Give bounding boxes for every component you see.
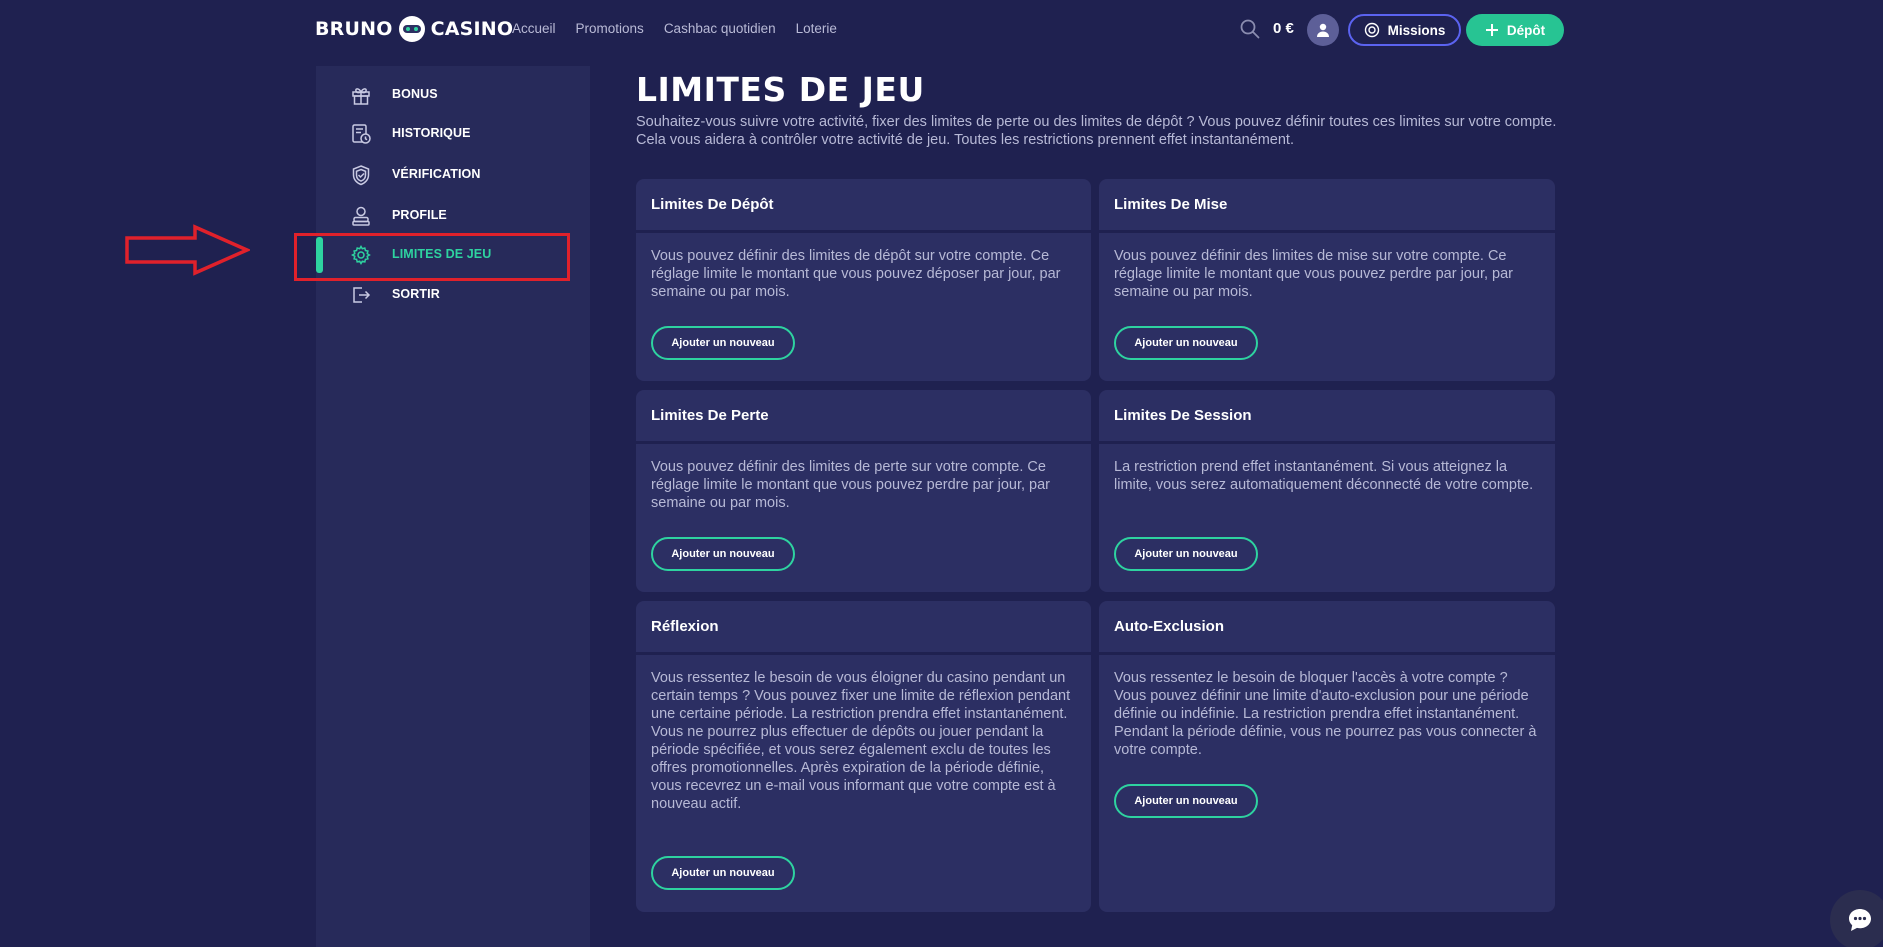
- page-title: LIMITES DE JEU: [636, 70, 925, 109]
- shield-icon: [350, 164, 372, 186]
- card-session-limits: Limites De Session La restriction prend …: [1099, 390, 1555, 592]
- gift-icon: [350, 84, 372, 106]
- deposit-label: Dépôt: [1506, 22, 1546, 38]
- add-new-button[interactable]: Ajouter un nouveau: [651, 537, 795, 571]
- add-new-button[interactable]: Ajouter un nouveau: [651, 856, 795, 890]
- add-new-button[interactable]: Ajouter un nouveau: [1114, 326, 1258, 360]
- sidebar-item-label: BONUS: [392, 87, 438, 101]
- sidebar-item-label: SORTIR: [392, 287, 440, 301]
- card-loss-limits: Limites De Perte Vous pouvez définir des…: [636, 390, 1091, 592]
- main-nav: Accueil Promotions Cashbac quotidien Lot…: [512, 21, 837, 36]
- card-header: Limites De Session: [1099, 390, 1555, 444]
- deposit-button[interactable]: Dépôt: [1466, 14, 1564, 46]
- nav-link-promotions[interactable]: Promotions: [576, 21, 644, 36]
- live-chat-button[interactable]: [1830, 890, 1883, 947]
- card-description: La restriction prend effet instantanémen…: [1114, 459, 1534, 493]
- card-self-exclusion: Auto-Exclusion Vous ressentez le besoin …: [1099, 601, 1555, 912]
- logo-text-right: CASINO: [430, 18, 514, 40]
- card-title: Limites De Dépôt: [651, 196, 774, 213]
- card-header: Réflexion: [636, 601, 1091, 655]
- card-header: Auto-Exclusion: [1099, 601, 1555, 655]
- logout-icon: [350, 284, 372, 306]
- sidebar-item-profile[interactable]: PROFILE: [316, 195, 590, 235]
- missions-label: Missions: [1387, 22, 1446, 38]
- chat-bubble-icon: [1849, 909, 1871, 931]
- card-deposit-limits: Limites De Dépôt Vous pouvez définir des…: [636, 179, 1091, 381]
- sidebar-item-label: PROFILE: [392, 208, 447, 222]
- target-icon: [1364, 22, 1379, 38]
- nav-link-cashback[interactable]: Cashbac quotidien: [664, 21, 776, 36]
- balance-amount[interactable]: 0 €: [1273, 20, 1294, 37]
- card-reflection: Réflexion Vous ressentez le besoin de vo…: [636, 601, 1091, 912]
- card-header: Limites De Perte: [636, 390, 1091, 444]
- card-header: Limites De Dépôt: [636, 179, 1091, 233]
- sidebar-item-historique[interactable]: HISTORIQUE: [316, 113, 590, 153]
- avatar[interactable]: [1307, 14, 1339, 46]
- logo-text-left: BRUNO: [315, 18, 393, 40]
- annotation-arrow-icon: [125, 224, 250, 276]
- sidebar-item-bonus[interactable]: BONUS: [316, 74, 590, 114]
- sidebar-item-verification[interactable]: VÉRIFICATION: [316, 154, 590, 194]
- card-title: Limites De Session: [1114, 407, 1252, 424]
- card-title: Limites De Mise: [1114, 196, 1228, 213]
- brand-logo[interactable]: BRUNO CASINO: [315, 16, 513, 42]
- card-title: Auto-Exclusion: [1114, 618, 1225, 635]
- add-new-button[interactable]: Ajouter un nouveau: [1114, 784, 1258, 818]
- add-new-button[interactable]: Ajouter un nouveau: [1114, 537, 1258, 571]
- user-icon: [350, 205, 372, 227]
- card-title: Limites De Perte: [651, 407, 769, 424]
- card-title: Réflexion: [651, 618, 719, 635]
- card-bet-limits: Limites De Mise Vous pouvez définir des …: [1099, 179, 1555, 381]
- account-sidebar: BONUS HISTORIQUE VÉRIFICATION PROFILE LI…: [316, 66, 590, 947]
- user-avatar-icon: [1317, 23, 1329, 37]
- annotation-highlight-box: [294, 233, 570, 281]
- search-icon[interactable]: [1240, 19, 1260, 39]
- card-description: Vous pouvez définir des limites de mise …: [1114, 248, 1513, 300]
- history-icon: [350, 123, 372, 145]
- top-header: BRUNO CASINO Accueil Promotions Cashbac …: [0, 0, 1883, 58]
- nav-link-loterie[interactable]: Loterie: [796, 21, 837, 36]
- card-description: Vous ressentez le besoin de vous éloigne…: [651, 670, 1071, 812]
- add-new-button[interactable]: Ajouter un nouveau: [651, 326, 795, 360]
- sidebar-item-label: VÉRIFICATION: [392, 167, 481, 181]
- card-description: Vous pouvez définir des limites de dépôt…: [651, 248, 1061, 300]
- card-description: Vous ressentez le besoin de bloquer l'ac…: [1114, 670, 1537, 758]
- page-description: Souhaitez-vous suivre votre activité, fi…: [636, 114, 1557, 148]
- nav-link-accueil[interactable]: Accueil: [512, 21, 556, 36]
- missions-button[interactable]: Missions: [1348, 14, 1461, 46]
- card-description: Vous pouvez définir des limites de perte…: [651, 459, 1050, 511]
- plus-icon: [1485, 24, 1498, 36]
- mascot-logo-icon: [398, 16, 425, 42]
- sidebar-item-label: HISTORIQUE: [392, 126, 471, 140]
- card-header: Limites De Mise: [1099, 179, 1555, 233]
